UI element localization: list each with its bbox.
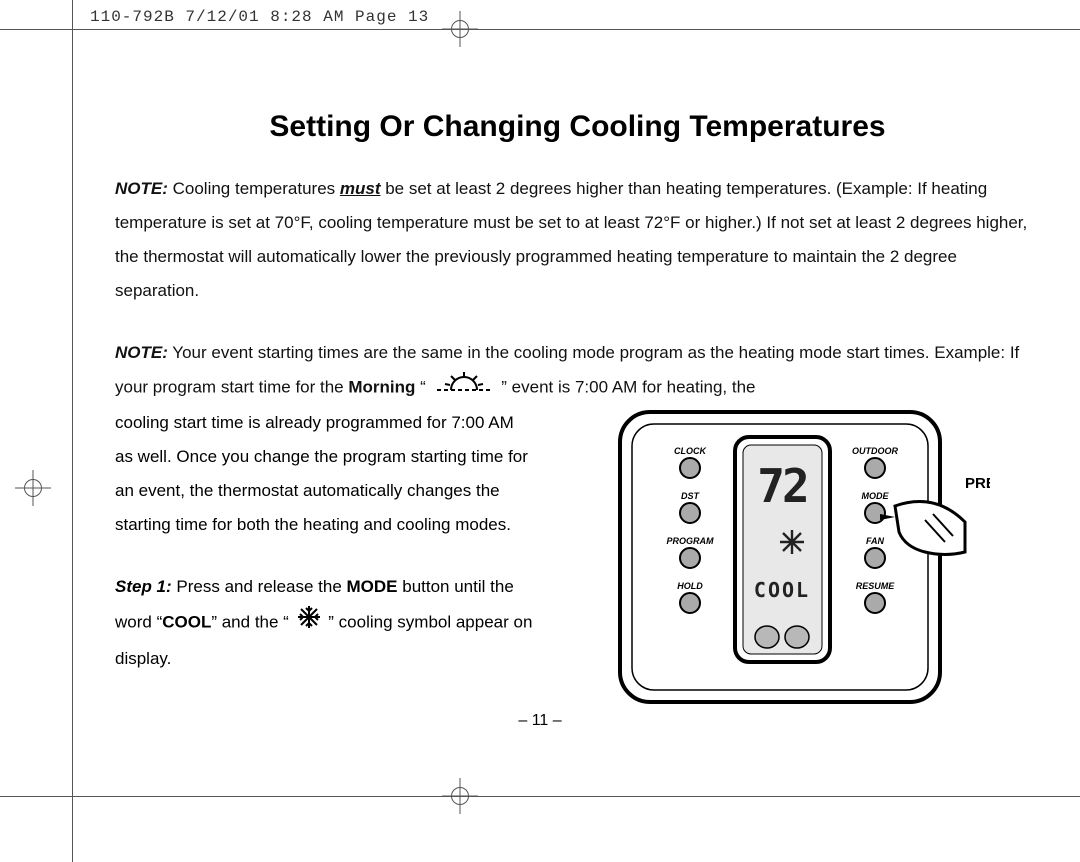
page-content: Setting Or Changing Cooling Temperatures… [115, 110, 1040, 676]
step1-label: Step 1: [115, 577, 172, 596]
registration-mark-top [442, 11, 478, 47]
note2-part2: cooling start time is already programmed… [115, 406, 535, 542]
thermostat-illustration: 72 COOL CLOCK DST P [610, 402, 1040, 712]
note2-part1c: ” event is 7:00 AM for heating, the [501, 377, 755, 396]
note-2-line1: NOTE: Your event starting times are the … [115, 336, 1040, 406]
svg-text:HOLD: HOLD [677, 581, 703, 591]
svg-text:PROGRAM: PROGRAM [667, 536, 715, 546]
svg-text:COOL: COOL [754, 578, 810, 602]
note2-q1: “ [415, 377, 425, 396]
svg-text:RESUME: RESUME [856, 581, 896, 591]
crop-line-left [72, 0, 73, 862]
left-column: cooling start time is already programmed… [115, 406, 535, 676]
snowflake-icon [296, 604, 322, 642]
step1-part3: ” and the “ [211, 612, 293, 631]
svg-text:OUTDOOR: OUTDOOR [852, 446, 898, 456]
wrap-block: cooling start time is already programmed… [115, 406, 1040, 676]
page-title: Setting Or Changing Cooling Temperatures [115, 110, 1040, 144]
note1-label: NOTE: [115, 179, 168, 198]
step-1: Step 1: Press and release the MODE butto… [115, 570, 535, 676]
step1-mode: MODE [347, 577, 398, 596]
note2-morning: Morning [348, 377, 415, 396]
crop-line-top [0, 29, 1080, 30]
step1-cool: COOL [162, 612, 211, 631]
sunrise-icon [433, 370, 495, 406]
note1-must: must [340, 179, 381, 198]
print-header: 110-792B 7/12/01 8:28 AM Page 13 [90, 8, 429, 26]
crop-line-bottom [0, 796, 1080, 797]
svg-text:MODE: MODE [862, 491, 890, 501]
step1-part1: Press and release the [172, 577, 347, 596]
svg-text:DST: DST [681, 491, 701, 501]
page-number: – 11 – [0, 712, 1080, 730]
registration-mark-bottom [442, 778, 478, 814]
svg-text:72: 72 [757, 459, 806, 513]
note-1: NOTE: Cooling temperatures must be set a… [115, 172, 1040, 308]
svg-text:FAN: FAN [866, 536, 885, 546]
svg-text:PRESS: PRESS [965, 475, 990, 492]
registration-mark-left [15, 470, 51, 506]
note1-pre: Cooling temperatures [168, 179, 340, 198]
svg-text:CLOCK: CLOCK [674, 446, 707, 456]
note2-label: NOTE: [115, 343, 168, 362]
